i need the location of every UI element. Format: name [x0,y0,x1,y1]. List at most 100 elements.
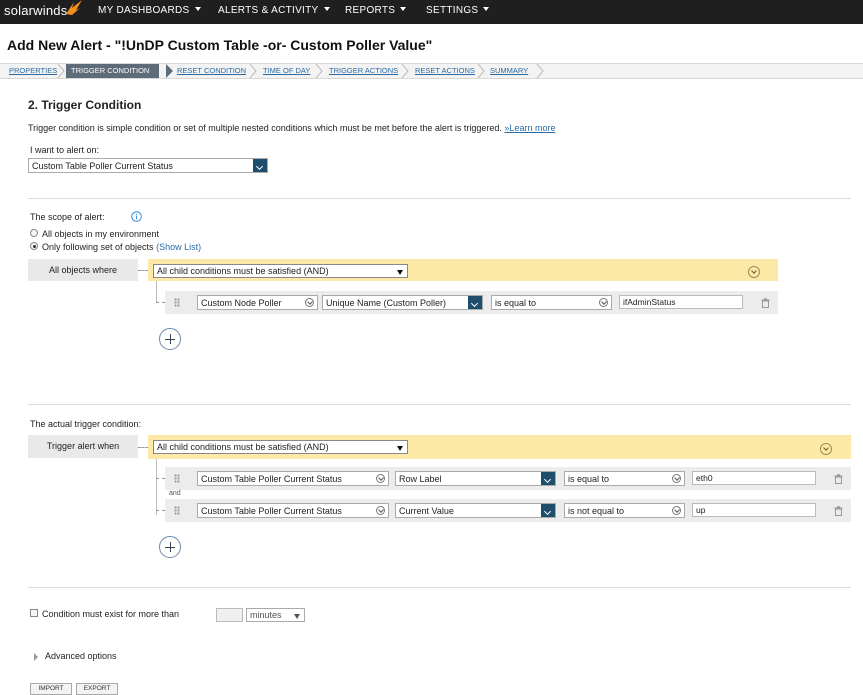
step-summary[interactable]: SUMMARY [490,64,528,78]
condition-exist-minutes-input[interactable] [216,608,243,622]
step-reset-actions[interactable]: RESET ACTIONS [415,64,475,78]
step-separator-icon [477,64,485,78]
step-separator-icon [315,64,323,78]
info-icon[interactable] [131,211,142,222]
step-separator-icon [249,64,257,78]
trigger1-value-input[interactable]: eth0 [692,471,816,485]
trigger1-field1-select[interactable]: Custom Table Poller Current Status [197,471,389,486]
chevron-down-icon [376,474,385,483]
step-active-arrow-icon [166,64,173,78]
dropdown-arrow-icon [294,614,300,619]
chevron-down-icon[interactable] [253,159,267,172]
add-trigger-condition-button[interactable] [159,536,181,558]
export-button[interactable]: EXPORT [76,683,118,695]
nav-reports[interactable]: REPORTS [345,5,407,16]
solarwinds-logo[interactable]: solarwinds [4,3,67,18]
trigger2-value-input[interactable]: up [692,503,816,517]
scope-value-input[interactable]: ifAdminStatus [619,295,743,309]
scope-field1-value: Custom Node Poller [201,298,282,308]
chevron-down-icon[interactable] [468,296,482,309]
all-objects-where-label: All objects where [28,259,138,281]
divider [28,198,851,199]
trigger2-field1-select[interactable]: Custom Table Poller Current Status [197,503,389,518]
radio-following-objects-row: Only following set of objects (Show List… [42,242,201,252]
chevron-down-icon [483,7,490,11]
condition-exist-checkbox[interactable] [30,609,38,617]
trigger-alert-when-label: Trigger alert when [28,435,138,458]
trigger2-operator-value: is not equal to [568,506,625,516]
scope-field2-value: Unique Name (Custom Poller) [326,298,447,308]
dropdown-arrow-icon [397,446,403,451]
scope-group-select[interactable]: All child conditions must be satisfied (… [153,264,408,278]
chevron-down-icon [672,506,681,515]
chevron-down-icon[interactable] [541,504,555,517]
trigger1-operator-select[interactable]: is equal to [564,471,685,486]
nav-settings[interactable]: SETTINGS [426,5,490,16]
trigger1-operator-value: is equal to [568,474,610,484]
nav-my-dashboards-label: MY DASHBOARDS [98,5,190,16]
trigger1-field2-value: Row Label [399,474,442,484]
show-list-link[interactable]: (Show List) [156,242,201,252]
chevron-right-icon[interactable] [33,653,39,661]
description-body: Trigger condition is simple condition or… [28,123,502,133]
connector-line [156,302,165,303]
drag-handle-icon[interactable] [174,474,180,483]
chevron-down-icon [376,506,385,515]
step-time-of-day[interactable]: TIME OF DAY [263,64,310,78]
scope-label: The scope of alert: [30,212,105,222]
trigger2-operator-select[interactable]: is not equal to [564,503,685,518]
trigger1-field1-value: Custom Table Poller Current Status [201,474,342,484]
trigger-group-options-icon[interactable] [820,443,832,455]
drag-handle-icon[interactable] [174,506,180,515]
chevron-down-icon[interactable] [541,472,555,485]
divider [28,404,851,405]
step-trigger-actions[interactable]: TRIGGER ACTIONS [329,64,398,78]
scope-operator-select[interactable]: is equal to [491,295,612,310]
scope-group-options-icon[interactable] [748,266,760,278]
description-text: Trigger condition is simple condition or… [28,123,555,133]
trigger2-field2-select[interactable]: Current Value [395,503,556,518]
advanced-options-toggle[interactable]: Advanced options [45,651,117,661]
radio-all-objects-label: All objects in my environment [42,229,160,239]
radio-all-objects[interactable] [30,229,38,237]
connector-line [156,510,165,511]
step-properties[interactable]: PROPERTIES [9,64,57,78]
connector-line [138,447,148,448]
condition-exist-unit-select[interactable]: minutes [246,608,305,622]
chevron-down-icon [672,474,681,483]
scope-group-value: All child conditions must be satisfied (… [157,266,329,276]
trash-icon[interactable] [834,474,843,484]
step-reset-condition[interactable]: RESET CONDITION [177,64,246,78]
learn-more-link[interactable]: »Learn more [504,123,555,133]
alert-on-label: I want to alert on: [30,145,100,155]
nav-my-dashboards[interactable]: MY DASHBOARDS [98,5,201,16]
wizard-steps-bar: PROPERTIES TRIGGER CONDITION RESET CONDI… [0,63,863,79]
step-separator-icon [401,64,409,78]
connector-line [138,270,148,271]
connector-line [156,478,165,479]
trigger2-field2-value: Current Value [399,506,454,516]
scope-operator-value: is equal to [495,298,537,308]
drag-handle-icon[interactable] [174,298,180,307]
section-title: 2. Trigger Condition [28,98,142,112]
chevron-down-icon [400,7,407,11]
nav-alerts-activity[interactable]: ALERTS & ACTIVITY [218,5,330,16]
trash-icon[interactable] [761,298,770,308]
trigger-group-select[interactable]: All child conditions must be satisfied (… [153,440,408,454]
divider [28,587,851,588]
chevron-down-icon [305,298,314,307]
step-trigger-condition[interactable]: TRIGGER CONDITION [66,64,160,78]
condition-exist-unit-value: minutes [250,610,282,620]
solarwinds-flame-icon [66,0,82,15]
trash-icon[interactable] [834,506,843,516]
import-button[interactable]: IMPORT [30,683,72,695]
radio-following-objects[interactable] [30,242,38,250]
scope-field2-select[interactable]: Unique Name (Custom Poller) [322,295,483,310]
trigger1-field2-select[interactable]: Row Label [395,471,556,486]
step-separator-icon [57,64,65,78]
scope-field1-select[interactable]: Custom Node Poller [197,295,318,310]
chevron-down-icon [599,298,608,307]
chevron-down-icon [194,7,201,11]
add-condition-button[interactable] [159,328,181,350]
alert-on-select[interactable]: Custom Table Poller Current Status [28,158,268,173]
